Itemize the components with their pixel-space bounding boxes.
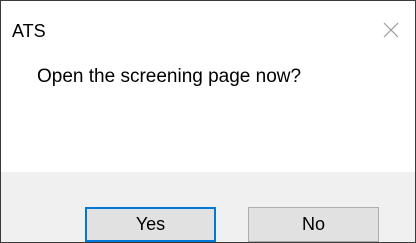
dialog-title: ATS bbox=[12, 21, 46, 41]
message-dialog: ATS Open the screening page now? Yes No bbox=[0, 0, 416, 243]
title-bar: ATS bbox=[1, 1, 415, 53]
dialog-message: Open the screening page now? bbox=[37, 66, 302, 87]
no-button[interactable]: No bbox=[248, 207, 379, 242]
close-button[interactable] bbox=[373, 15, 409, 45]
close-icon bbox=[383, 22, 399, 38]
yes-button[interactable]: Yes bbox=[85, 207, 216, 242]
